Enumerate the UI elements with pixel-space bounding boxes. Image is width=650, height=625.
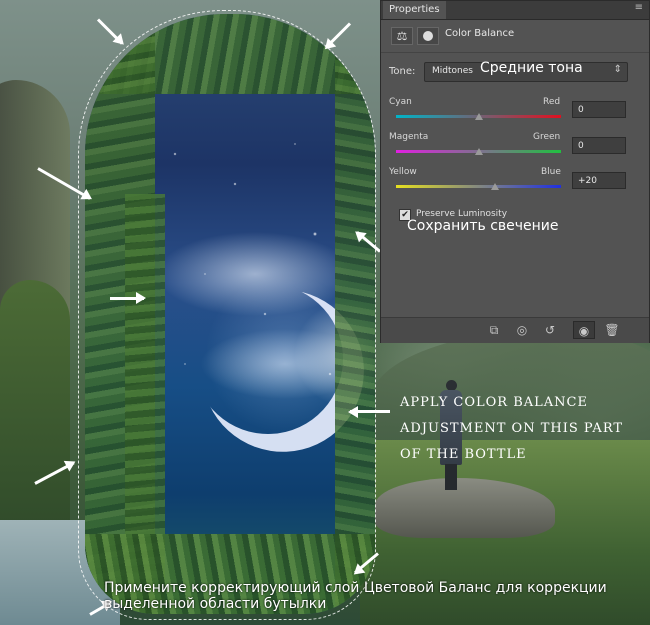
slider-green-label: Green [533,132,561,142]
tone-translation: Средние тона [480,60,583,76]
yellow-blue-value-field[interactable]: +20 [572,172,626,189]
arrow-icon [110,292,146,304]
marquee-selection [78,10,376,620]
clip-to-layer-icon[interactable]: ⧉ [483,321,505,339]
tone-dropdown-value: Midtones [432,66,473,76]
preserve-luminosity-translation: Сохранить свечение [407,218,559,234]
panel-header: ⚖ Color Balance [381,20,649,53]
arrow-icon [350,410,390,413]
reset-icon[interactable]: ↺ [539,321,561,339]
slider-cyan-label: Cyan [389,97,412,107]
trash-icon[interactable]: 🗑 [601,321,623,339]
english-caption: APPLY COLOR BALANCE ADJUSTMENT ON THIS P… [400,390,645,468]
slider-yellow-label: Yellow [389,167,417,177]
cyan-red-value-field[interactable]: 0 [572,101,626,118]
russian-caption: Примените корректирующий слой Цветовой Б… [104,580,607,612]
yellow-blue-slider-track[interactable] [396,185,561,188]
properties-panel: Properties ≡ ⚖ Color Balance Tone: Midto… [380,0,650,343]
tone-label: Tone: [389,66,416,77]
cyan-red-slider-thumb[interactable] [474,113,483,120]
panel-tabbar: Properties ≡ [381,1,649,20]
magenta-green-slider-thumb[interactable] [474,148,483,155]
layer-mask-icon[interactable] [417,27,439,45]
caption-line: APPLY COLOR BALANCE [400,395,588,410]
panel-menu-icon[interactable]: ≡ [635,2,643,13]
dropdown-caret-icon: ⇕ [613,64,622,75]
balance-scale-icon[interactable]: ⚖ [391,27,413,45]
tab-properties[interactable]: Properties [383,1,446,19]
caption-line: OF THE BOTTLE [400,447,527,462]
yellow-blue-slider-thumb[interactable] [491,183,499,190]
visibility-eye-icon[interactable]: ◉ [573,321,595,339]
slider-red-label: Red [543,97,561,107]
slider-blue-label: Blue [541,167,561,177]
slider-magenta-label: Magenta [389,132,429,142]
adjustment-title: Color Balance [445,28,515,39]
tab-properties-label: Properties [389,4,440,15]
view-previous-icon[interactable]: ◎ [511,321,533,339]
caption-line: ADJUSTMENT ON THIS PART [400,421,624,436]
magenta-green-value-field[interactable]: 0 [572,137,626,154]
panel-footer: ⧉ ◎ ↺ ◉ 🗑 [381,317,649,343]
left-grass-slope [0,280,70,540]
